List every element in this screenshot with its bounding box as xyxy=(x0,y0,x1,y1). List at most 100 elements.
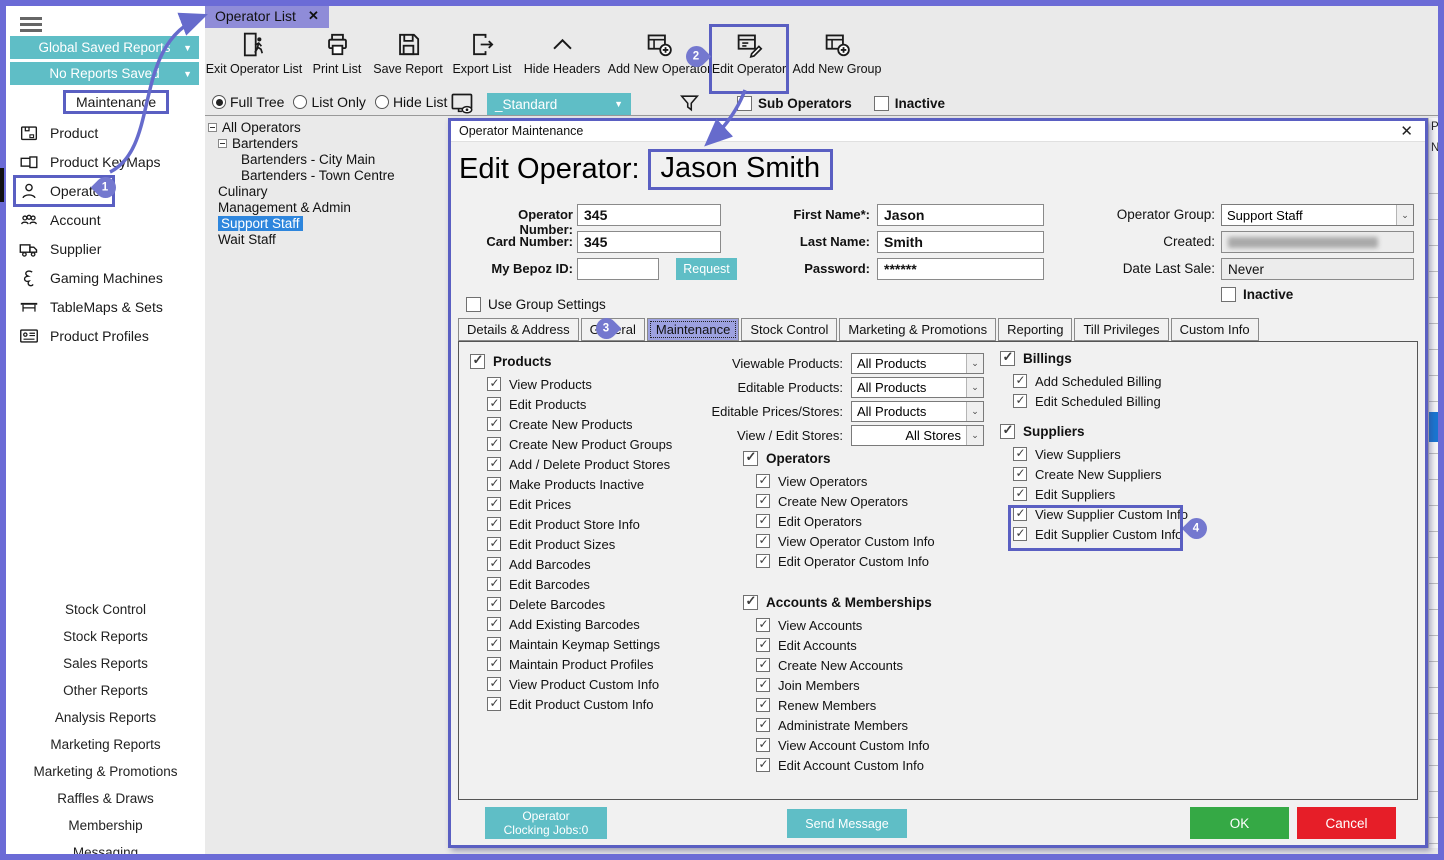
checkbox-icon[interactable] xyxy=(487,697,501,711)
permission-checkbox[interactable]: Join Members xyxy=(756,675,932,695)
checkbox-icon[interactable] xyxy=(756,738,770,752)
checkbox-icon[interactable] xyxy=(1013,467,1027,481)
checkbox-icon[interactable] xyxy=(756,698,770,712)
checkbox-icon[interactable] xyxy=(874,96,889,111)
checkbox-icon[interactable] xyxy=(470,354,485,369)
permission-checkbox[interactable]: Edit Operator Custom Info xyxy=(756,551,935,571)
permission-checkbox[interactable]: Edit Suppliers xyxy=(1013,484,1188,504)
checkbox-icon[interactable] xyxy=(487,517,501,531)
products-group-checkbox[interactable]: Products xyxy=(470,350,672,372)
permission-checkbox[interactable]: View Operators xyxy=(756,471,935,491)
chevron-down-icon[interactable]: ⌄ xyxy=(966,378,983,397)
operator-number-field[interactable]: 345 xyxy=(577,204,721,226)
checkbox-icon[interactable] xyxy=(1000,424,1015,439)
sidebar-item[interactable]: Product xyxy=(6,118,205,147)
layout-dropdown[interactable]: _Standard ▼ xyxy=(487,93,631,115)
permission-checkbox[interactable]: Edit Product Sizes xyxy=(487,534,672,554)
operator-group-dropdown[interactable]: Support Staff ⌄ xyxy=(1221,204,1414,226)
permission-checkbox[interactable]: Edit Scheduled Billing xyxy=(1013,391,1161,411)
checkbox-icon[interactable] xyxy=(1013,487,1027,501)
permission-checkbox[interactable]: Edit Product Store Info xyxy=(487,514,672,534)
dialog-tab[interactable]: Reporting xyxy=(998,318,1072,341)
permission-checkbox[interactable]: Create New Accounts xyxy=(756,655,932,675)
checkbox-icon[interactable] xyxy=(487,637,501,651)
sidebar-item[interactable]: TableMaps & Sets xyxy=(6,292,205,321)
billings-group-checkbox[interactable]: Billings xyxy=(1000,347,1161,369)
sidebar-nav-item[interactable]: Raffles & Draws xyxy=(6,785,205,812)
sidebar-nav-item[interactable]: Marketing & Promotions xyxy=(6,758,205,785)
permission-checkbox[interactable]: View Supplier Custom Info xyxy=(1013,504,1188,524)
permission-checkbox[interactable]: Delete Barcodes xyxy=(487,594,672,614)
checkbox-icon[interactable] xyxy=(743,451,758,466)
scope-option-dropdown[interactable]: All Products ⌄ xyxy=(851,401,984,422)
tree-item[interactable]: Wait Staff xyxy=(205,231,455,247)
toolbar-button[interactable]: Exit Operator List xyxy=(206,28,302,90)
radio-option[interactable]: List Only xyxy=(293,94,365,110)
permission-checkbox[interactable]: Edit Account Custom Info xyxy=(756,755,932,775)
sidebar-nav-item[interactable]: Marketing Reports xyxy=(6,731,205,758)
tree-item[interactable]: Bartenders - Town Centre xyxy=(205,167,455,183)
sidebar-item[interactable]: Account xyxy=(6,205,205,234)
send-message-button[interactable]: Send Message xyxy=(787,809,907,838)
my-bepoz-id-field[interactable] xyxy=(577,258,659,280)
checkbox-icon[interactable] xyxy=(487,657,501,671)
chevron-down-icon[interactable]: ⌄ xyxy=(966,354,983,373)
permission-checkbox[interactable]: Renew Members xyxy=(756,695,932,715)
dialog-tab[interactable]: Marketing & Promotions xyxy=(839,318,996,341)
permission-checkbox[interactable]: Add Scheduled Billing xyxy=(1013,371,1161,391)
checkbox-icon[interactable] xyxy=(1013,394,1027,408)
permission-checkbox[interactable]: Create New Products xyxy=(487,414,672,434)
cancel-button[interactable]: Cancel xyxy=(1297,807,1396,839)
checkbox-icon[interactable] xyxy=(756,554,770,568)
permission-checkbox[interactable]: Edit Supplier Custom Info xyxy=(1013,524,1188,544)
checkbox-icon[interactable] xyxy=(743,595,758,610)
ok-button[interactable]: OK xyxy=(1190,807,1289,839)
operators-group-checkbox[interactable]: Operators xyxy=(743,447,935,469)
sidebar-nav-item[interactable]: Messaging xyxy=(6,839,205,860)
checkbox-icon[interactable] xyxy=(487,457,501,471)
sidebar-nav-item[interactable]: Stock Reports xyxy=(6,623,205,650)
permission-checkbox[interactable]: Add Existing Barcodes xyxy=(487,614,672,634)
first-name-field[interactable]: Jason xyxy=(877,204,1044,226)
permission-checkbox[interactable]: Maintain Keymap Settings xyxy=(487,634,672,654)
checkbox-icon[interactable] xyxy=(756,678,770,692)
permission-checkbox[interactable]: Create New Suppliers xyxy=(1013,464,1188,484)
dialog-tab[interactable]: General xyxy=(581,318,645,341)
view-columns-icon[interactable] xyxy=(449,90,476,117)
request-button[interactable]: Request xyxy=(676,258,737,280)
tab-close-icon[interactable]: ✕ xyxy=(308,8,319,24)
scope-option-dropdown[interactable]: All Products ⌄ xyxy=(851,353,984,374)
permission-checkbox[interactable]: Edit Product Custom Info xyxy=(487,694,672,714)
sidebar-item[interactable]: Supplier xyxy=(6,234,205,263)
checkbox-icon[interactable] xyxy=(737,96,752,111)
checkbox-icon[interactable] xyxy=(756,494,770,508)
toolbar-button[interactable]: Export List xyxy=(445,28,519,90)
dialog-tab[interactable]: Custom Info xyxy=(1171,318,1259,341)
checkbox-icon[interactable] xyxy=(756,474,770,488)
checkbox-icon[interactable] xyxy=(1013,507,1027,521)
use-group-settings-checkbox[interactable]: Use Group Settings xyxy=(466,297,606,312)
permission-checkbox[interactable]: Make Products Inactive xyxy=(487,474,672,494)
tree-expander-icon[interactable] xyxy=(218,139,227,148)
card-number-field[interactable]: 345 xyxy=(577,231,721,253)
checkbox-icon[interactable] xyxy=(487,377,501,391)
sidebar-nav-item[interactable]: Stock Control xyxy=(6,596,205,623)
checkbox-icon[interactable] xyxy=(1000,351,1015,366)
permission-checkbox[interactable]: Edit Barcodes xyxy=(487,574,672,594)
checkbox-icon[interactable] xyxy=(487,397,501,411)
radio-option[interactable]: Full Tree xyxy=(212,94,284,110)
checkbox-icon[interactable] xyxy=(756,718,770,732)
tree-item[interactable]: Support Staff xyxy=(205,215,455,231)
sidebar-item[interactable]: Gaming Machines xyxy=(6,263,205,292)
sidebar-nav-item[interactable]: Sales Reports xyxy=(6,650,205,677)
filter-funnel-icon[interactable] xyxy=(677,91,702,116)
checkbox-icon[interactable] xyxy=(487,417,501,431)
checkbox-icon[interactable] xyxy=(1013,527,1027,541)
chevron-down-icon[interactable]: ⌄ xyxy=(966,402,983,421)
permission-checkbox[interactable]: View Account Custom Info xyxy=(756,735,932,755)
filter-checkbox[interactable]: Inactive xyxy=(874,96,945,111)
permission-checkbox[interactable]: View Accounts xyxy=(756,615,932,635)
chevron-down-icon[interactable]: ⌄ xyxy=(1396,205,1413,225)
tree-item[interactable]: Management & Admin xyxy=(205,199,455,215)
radio-icon[interactable] xyxy=(375,95,389,109)
